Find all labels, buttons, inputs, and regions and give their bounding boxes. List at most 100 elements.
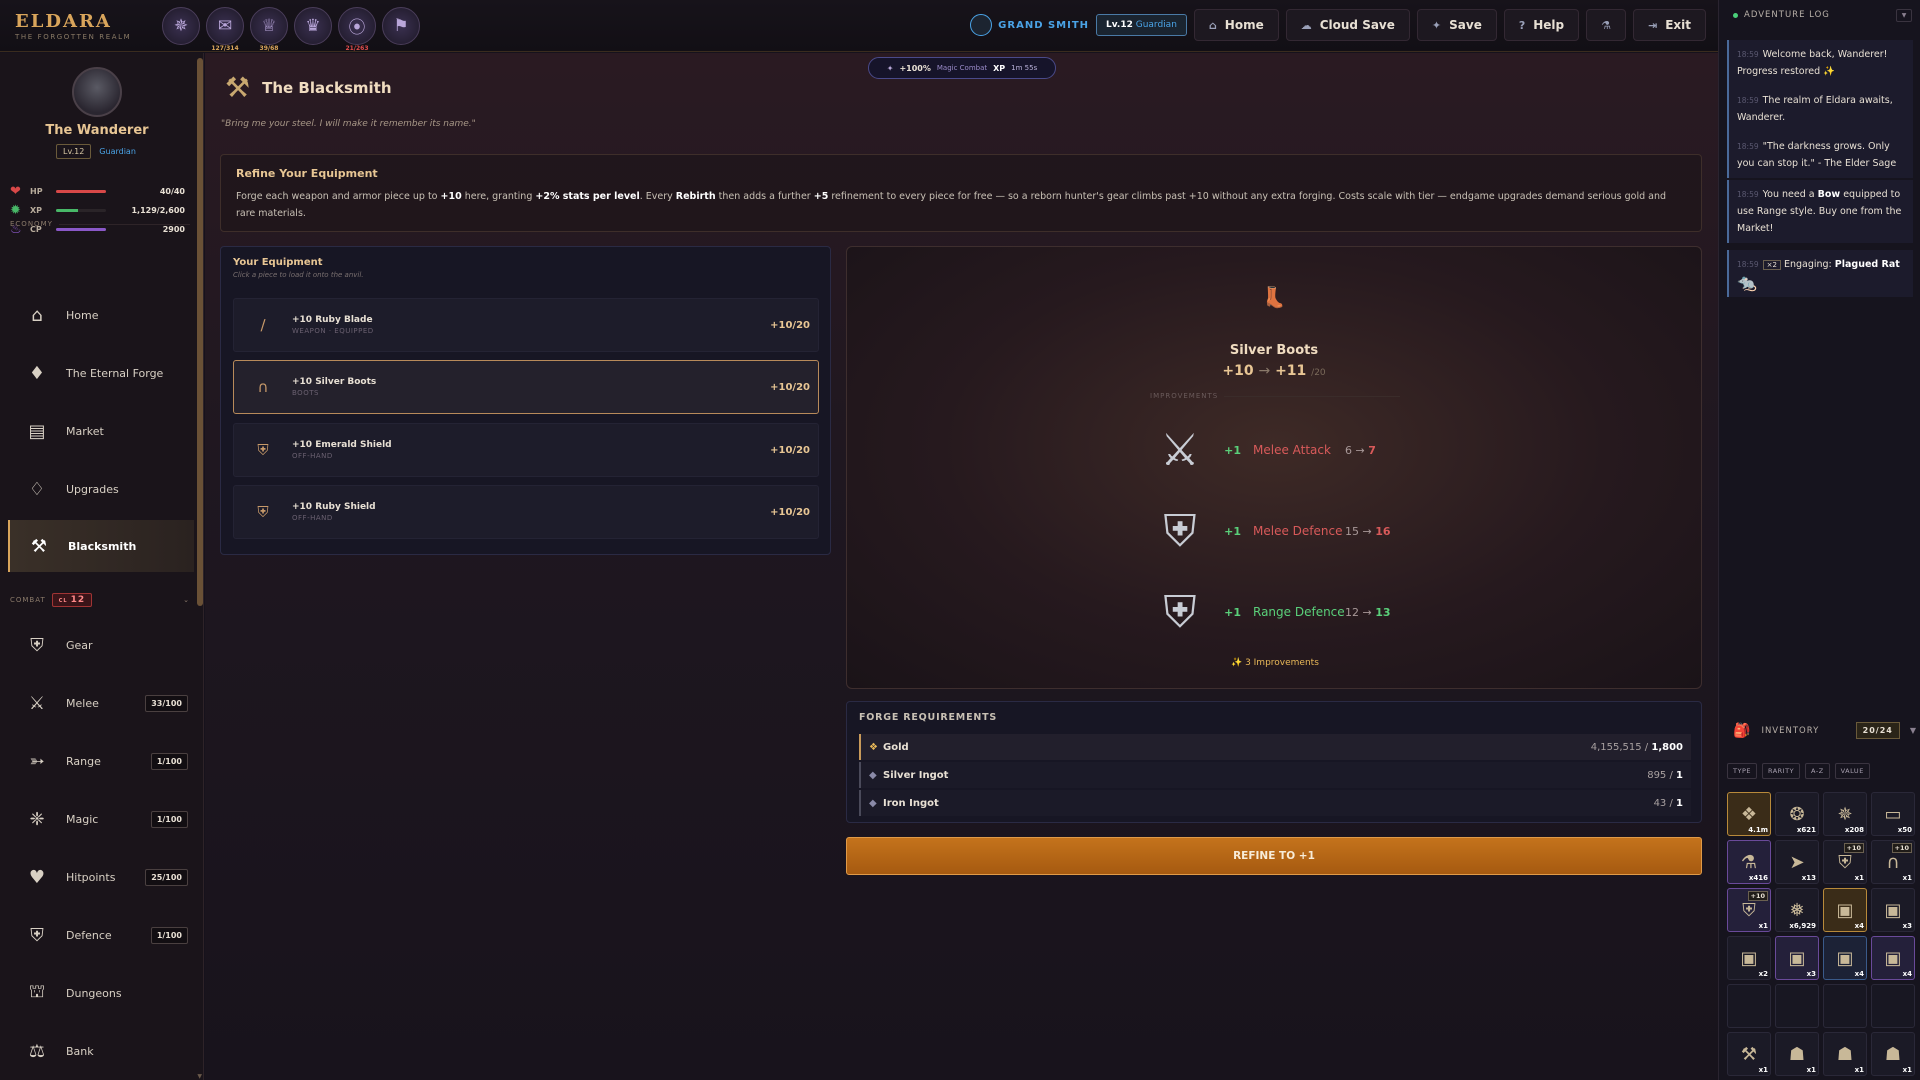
sidebar-item-upgrades[interactable]: ♢ Upgrades	[8, 463, 194, 515]
inventory-slot[interactable]: ✵ x208	[1823, 792, 1867, 836]
achievement-4[interactable]: ♛	[294, 6, 332, 45]
log-text: You need a	[1762, 189, 1818, 200]
scroll-down-icon[interactable]: ▼	[197, 1073, 202, 1080]
skill-level-badge: 1/100	[150, 810, 188, 828]
inventory-slot[interactable]: ☗ x1	[1823, 1032, 1867, 1076]
item-refine-badge: +10	[1747, 891, 1768, 901]
armor-icon: ☗	[1836, 1043, 1854, 1065]
inventory-slot[interactable]: ▣ x4	[1823, 888, 1867, 932]
inventory-slot[interactable]: ➤ x13	[1775, 840, 1819, 884]
level-badge[interactable]: Lv.12 Guardian	[1096, 14, 1187, 36]
chest-icon: ▤	[28, 420, 46, 442]
inventory-slot[interactable]: ❂ x621	[1775, 792, 1819, 836]
chevron-down-icon[interactable]: ▼	[1896, 9, 1912, 22]
potion-button[interactable]: ⚗	[1586, 9, 1626, 41]
sidebar-item-dungeons[interactable]: ⛫ Dungeons	[8, 967, 194, 1019]
sort-az-button[interactable]: A-Z	[1805, 763, 1830, 779]
equipment-item[interactable]: ⛨ +10 Ruby Shield OFF-HAND +10/20	[233, 485, 819, 539]
sidebar-item-range[interactable]: ➳ Range 1/100	[8, 735, 194, 787]
refine-button[interactable]: REFINE TO +1	[846, 837, 1702, 875]
save-button[interactable]: ✦ Save	[1416, 9, 1497, 41]
equipment-item-slot: BOOTS	[292, 389, 319, 397]
inventory-slot[interactable]: ❖ 4.1m	[1727, 792, 1771, 836]
inventory-slot[interactable]: ▣ x4	[1823, 936, 1867, 980]
cloud-save-button[interactable]: ☁ Cloud Save	[1285, 9, 1410, 41]
house-icon: ⌂	[31, 304, 43, 326]
equipment-item[interactable]: ∕ +10 Ruby Blade WEAPON · EQUIPPED +10/20	[233, 298, 819, 352]
item-quantity: x621	[1796, 826, 1816, 834]
inventory-slot[interactable]: ⚒ x1	[1727, 1032, 1771, 1076]
item-quantity: x1	[1854, 874, 1864, 882]
forge-requirements-title: FORGE REQUIREMENTS	[859, 712, 998, 723]
forge-requirement-amount: 43 / 1	[1653, 797, 1683, 809]
inventory-slot-empty[interactable]	[1823, 984, 1867, 1028]
header-button-group: ⌂ Home ☁ Cloud Save ✦ Save? Help ⚗ ⇥ Exit	[1193, 9, 1706, 41]
combat-section-header[interactable]: COMBAT CL 12 ⌄	[10, 593, 190, 607]
inventory-slot[interactable]: ▣ x3	[1775, 936, 1819, 980]
inventory-slot-empty[interactable]	[1871, 984, 1915, 1028]
home-button[interactable]: ⌂ Home	[1193, 9, 1279, 41]
sidebar-item-the-eternal-forge[interactable]: ♦ The Eternal Forge	[8, 347, 194, 399]
inventory-slot[interactable]: ∩ +10 x1	[1871, 840, 1915, 884]
shield-icon: ⛨	[30, 634, 44, 656]
achievement-2[interactable]: ✉ 127/314	[206, 6, 244, 52]
forge-requirement-row: ❖ Gold 4,155,515 / 1,800	[859, 734, 1691, 760]
gold-icon: ❖	[869, 741, 878, 753]
inventory-slot[interactable]: ⛨ +10 x1	[1823, 840, 1867, 884]
equipment-item[interactable]: ⛨ +10 Emerald Shield OFF-HAND +10/20	[233, 423, 819, 477]
inventory-slot-empty[interactable]	[1727, 984, 1771, 1028]
inventory-slot[interactable]: ▣ x4	[1871, 936, 1915, 980]
player-level-row: Lv.12 Guardian	[56, 144, 136, 159]
inventory-slot-empty[interactable]	[1775, 984, 1819, 1028]
sort-value-button[interactable]: VALUE	[1834, 763, 1870, 779]
inventory-slot[interactable]: ☗ x1	[1775, 1032, 1819, 1076]
page-header: ⚒ The Blacksmith	[225, 71, 392, 104]
inventory-slot[interactable]: ▣ x2	[1727, 936, 1771, 980]
sort-type-button[interactable]: TYPE	[1727, 763, 1757, 779]
forge-requirement-name: Gold	[883, 741, 909, 753]
achievement-3[interactable]: ♕ 39/68	[250, 6, 288, 52]
ingot-icon: ▭	[1884, 803, 1902, 825]
active-buff[interactable]: ✦ +100% Magic Combat XP 1m 55s	[868, 57, 1056, 79]
sort-rarity-button[interactable]: RARITY	[1761, 763, 1801, 779]
bow-icon: ➳	[29, 750, 45, 772]
sidebar-item-bank[interactable]: ⚖ Bank	[8, 1025, 194, 1077]
chevron-down-icon[interactable]: ⌄	[183, 596, 190, 604]
sidebar-scrollbar[interactable]	[197, 58, 203, 606]
exit-icon: ⇥	[1647, 18, 1658, 32]
avatar[interactable]	[72, 67, 122, 117]
banner-icon: ⚑	[393, 15, 409, 36]
sidebar-item-market[interactable]: ▤ Market	[8, 405, 194, 457]
inventory-slot[interactable]: ⛨ +10 x1	[1727, 888, 1771, 932]
rank-title[interactable]: GRAND SMITH	[970, 14, 1089, 36]
achievement-1[interactable]: ✵	[162, 6, 200, 45]
sidebar-item-magic[interactable]: ❈ Magic 1/100	[8, 793, 194, 845]
achievement-5[interactable]: ⦿ 21/263	[338, 6, 376, 52]
chevron-down-icon[interactable]: ▼	[1910, 726, 1917, 735]
anvil-icon: ⚒	[225, 71, 251, 104]
sidebar-item-melee[interactable]: ⚔ Melee 33/100	[8, 677, 194, 729]
exit-button[interactable]: ⇥ Exit	[1632, 9, 1706, 41]
sidebar-item-hitpoints[interactable]: ♥ Hitpoints 25/100	[8, 851, 194, 903]
sidebar-item-gear[interactable]: ⛨ Gear	[8, 619, 194, 671]
scroll-icon: ✉	[217, 15, 233, 36]
inventory-slot[interactable]: ▣ x3	[1871, 888, 1915, 932]
help-button[interactable]: ? Help	[1503, 9, 1580, 41]
inventory-slot[interactable]: ☗ x1	[1871, 1032, 1915, 1076]
equipment-item[interactable]: ∩ +10 Silver Boots BOOTS +10/20	[233, 360, 819, 414]
achievement-6[interactable]: ⚑	[382, 6, 420, 45]
right-panel: ADVENTURE LOG ▼ 18:59 Welcome back, Wande…	[1718, 0, 1920, 1080]
sidebar-item-home[interactable]: ⌂ Home	[8, 289, 194, 341]
log-text: "The darkness grows. Only you can stop i…	[1737, 141, 1897, 169]
inventory-slot[interactable]: ❅ x6,929	[1775, 888, 1819, 932]
sidebar-item-defence[interactable]: ⛨ Defence 1/100	[8, 909, 194, 961]
sidebar-item-blacksmith[interactable]: ⚒ Blacksmith	[8, 520, 194, 572]
inventory-slot[interactable]: ⚗ x416	[1727, 840, 1771, 884]
inventory-slot[interactable]: ▭ x50	[1871, 792, 1915, 836]
log-text: Welcome back, Wanderer! Progress restore…	[1737, 49, 1888, 77]
help-label: Help	[1533, 18, 1565, 32]
chest-icon: ▣	[1884, 947, 1902, 969]
log-entry: 18:59 ×2 Engaging: Plagued Rat 🐀	[1727, 250, 1913, 297]
game-logo[interactable]: ELDARA THE FORGOTTEN REALM	[0, 11, 150, 41]
inventory-header[interactable]: 🎒 INVENTORY 20/24 ▼	[1727, 722, 1917, 739]
